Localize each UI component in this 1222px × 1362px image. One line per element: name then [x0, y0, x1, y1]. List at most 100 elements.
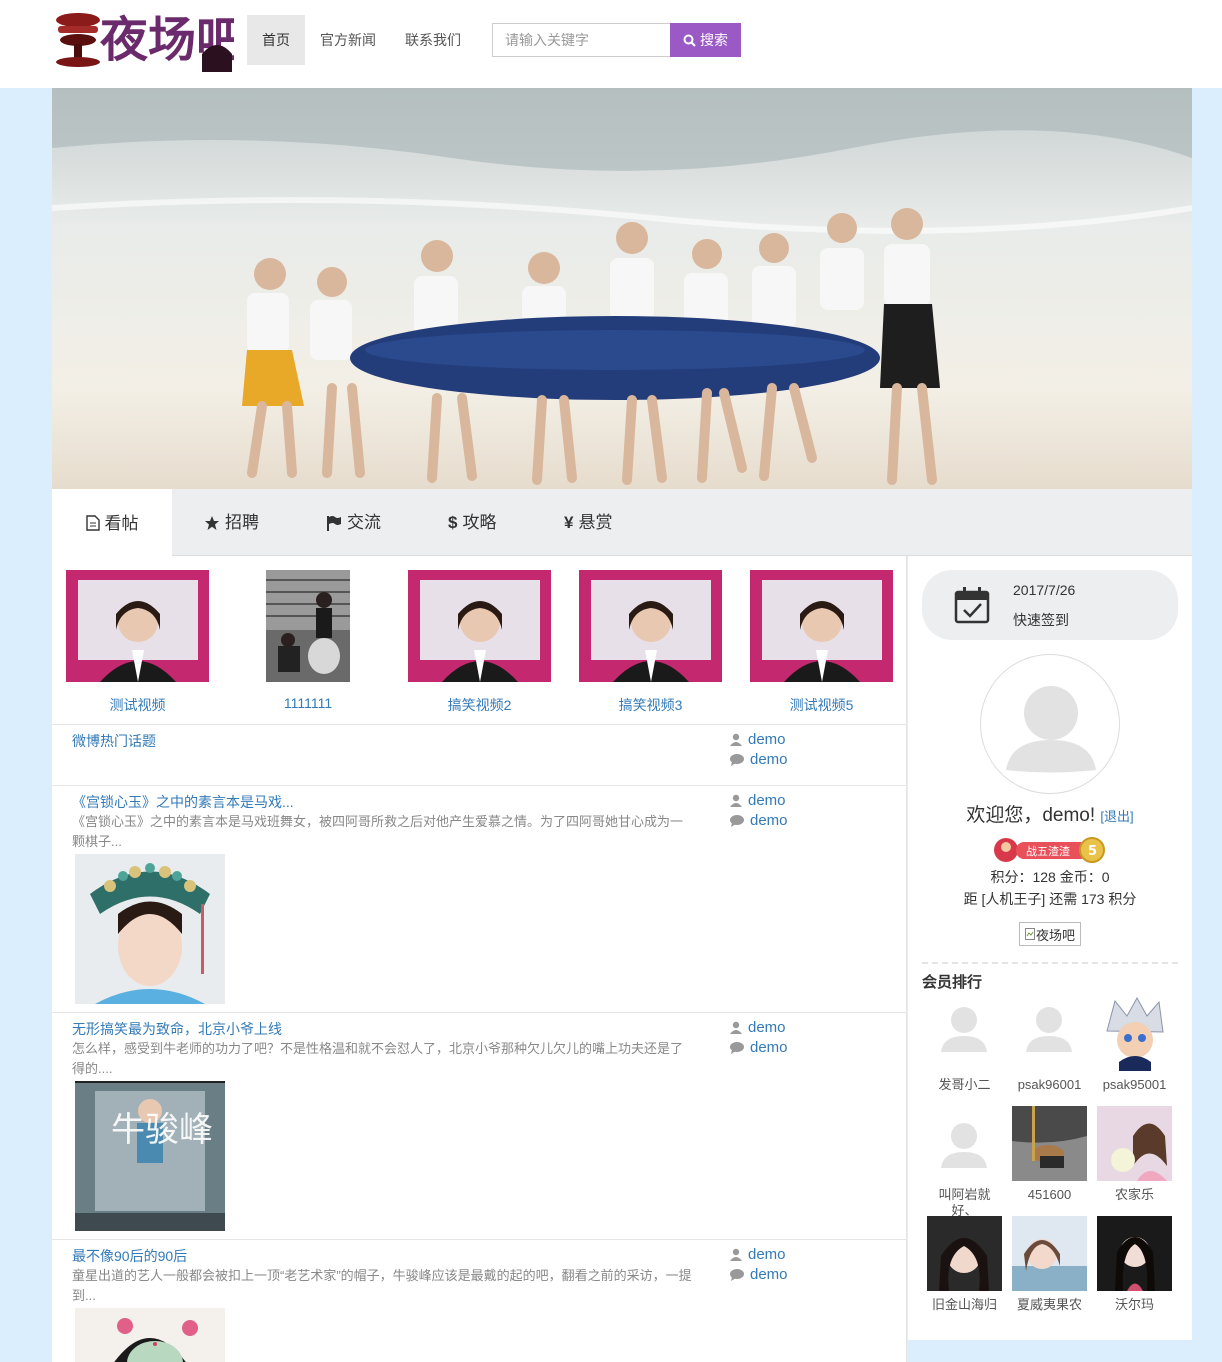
post-image[interactable]: [75, 854, 225, 1004]
member-avatar[interactable]: [1097, 1106, 1172, 1181]
post-title[interactable]: 最不像90后的90后: [72, 1246, 187, 1266]
video-card[interactable]: 搞笑视频3: [579, 570, 722, 715]
member-name[interactable]: 夏威夷果农: [1012, 1297, 1087, 1313]
post-item: 微博热门话题 demo demo: [52, 724, 906, 785]
post-replier[interactable]: demo: [730, 812, 788, 829]
post-author[interactable]: demo: [730, 1246, 786, 1263]
video-card[interactable]: 测试视频: [66, 570, 209, 715]
member-name[interactable]: psak95001: [1097, 1077, 1172, 1093]
author-name[interactable]: demo: [748, 1246, 786, 1263]
member-item[interactable]: 夏威夷果农: [1012, 1216, 1087, 1313]
video-thumbnail[interactable]: [579, 570, 722, 682]
video-card[interactable]: 搞笑视频2: [408, 570, 551, 715]
replier-name[interactable]: demo: [750, 1039, 788, 1056]
tab-recruit[interactable]: 招聘: [204, 489, 259, 556]
video-card[interactable]: 1111111: [266, 570, 350, 711]
document-icon: [85, 515, 100, 531]
video-title[interactable]: 搞笑视频3: [579, 695, 722, 715]
tab-label: 交流: [347, 513, 381, 532]
video-thumbnail[interactable]: [750, 570, 893, 682]
category-tabs: 看帖 招聘 交流 $ 攻略 ¥ 悬赏: [52, 489, 1192, 557]
video-title[interactable]: 搞笑视频2: [408, 695, 551, 715]
member-name[interactable]: 叫阿岩就好、: [927, 1187, 1002, 1219]
member-name[interactable]: 旧金山海归: [927, 1297, 1002, 1313]
replier-name[interactable]: demo: [750, 812, 788, 829]
checkin-box[interactable]: 2017/7/26 快速签到: [922, 570, 1178, 640]
header: 夜场吧 首页 官方新闻 联系我们 搜索: [0, 0, 1222, 88]
post-title[interactable]: 《宫锁心玉》之中的素言本是马戏...: [72, 792, 294, 812]
points-text: 积分：128 金币：0: [990, 869, 1110, 885]
member-name[interactable]: 451600: [1012, 1187, 1087, 1203]
post-author[interactable]: demo: [730, 792, 786, 809]
video-title[interactable]: 1111111: [266, 695, 350, 711]
post-image[interactable]: 牛骏峰: [75, 1081, 225, 1231]
tab-posts[interactable]: 看帖: [52, 489, 172, 557]
post-replier[interactable]: demo: [730, 1266, 788, 1283]
member-name[interactable]: 农家乐: [1097, 1187, 1172, 1203]
member-avatar[interactable]: [927, 1216, 1002, 1291]
video-title[interactable]: 测试视频: [66, 695, 209, 715]
nav-news[interactable]: 官方新闻: [315, 15, 381, 65]
tab-exchange[interactable]: 交流: [326, 489, 381, 556]
member-avatar[interactable]: [1012, 1106, 1087, 1181]
member-item[interactable]: 叫阿岩就好、: [927, 1106, 1002, 1219]
broken-logo-image: 夜场吧: [1019, 922, 1081, 946]
member-avatar[interactable]: [927, 996, 1002, 1071]
comment-icon: [730, 814, 744, 827]
post-author[interactable]: demo: [730, 1019, 786, 1036]
member-name[interactable]: 沃尔玛: [1097, 1297, 1172, 1313]
member-avatar[interactable]: [1097, 996, 1172, 1071]
site-logo[interactable]: 夜场吧: [52, 6, 244, 74]
member-item[interactable]: 旧金山海归: [927, 1216, 1002, 1313]
member-avatar[interactable]: [1012, 996, 1087, 1071]
checkin-button[interactable]: 快速签到: [1013, 610, 1069, 630]
dollar-icon: $: [448, 513, 458, 532]
author-name[interactable]: demo: [748, 731, 786, 748]
video-thumbnail[interactable]: [266, 570, 350, 682]
search-button[interactable]: 搜索: [670, 23, 741, 57]
member-name[interactable]: 发哥小二: [927, 1077, 1002, 1093]
replier-name[interactable]: demo: [750, 751, 788, 768]
search-icon: [683, 34, 696, 47]
replier-name[interactable]: demo: [750, 1266, 788, 1283]
post-excerpt: 怎么样，感受到牛老师的功力了吧？不是性格温和就不会怼人了，北京小爷那种欠儿欠儿的…: [72, 1041, 684, 1076]
post-replier[interactable]: demo: [730, 751, 788, 768]
post-item: 最不像90后的90后 童星出道的艺人一般都会被扣上一顶“老艺术家”的帽子，牛骏峰…: [52, 1239, 906, 1362]
video-thumbnail[interactable]: [66, 570, 209, 682]
member-item[interactable]: 451600: [1012, 1106, 1087, 1203]
member-item[interactable]: psak96001: [1012, 996, 1087, 1093]
logout-link[interactable]: [退出]: [1100, 809, 1133, 824]
nav-contact[interactable]: 联系我们: [400, 15, 466, 65]
video-thumbnail[interactable]: [408, 570, 551, 682]
member-avatar[interactable]: [1012, 1216, 1087, 1291]
video-card[interactable]: 测试视频5: [750, 570, 893, 715]
welcome-message: 欢迎您，demo!: [966, 805, 1096, 826]
member-name[interactable]: psak96001: [1012, 1077, 1087, 1093]
post-title[interactable]: 微博热门话题: [72, 731, 156, 751]
banner-image[interactable]: [52, 88, 1192, 489]
search-input[interactable]: [492, 23, 670, 57]
user-icon: [730, 1021, 742, 1034]
member-item[interactable]: 沃尔玛: [1097, 1216, 1172, 1313]
post-title[interactable]: 无形搞笑最为致命，北京小爷上线: [72, 1019, 282, 1039]
member-item[interactable]: 发哥小二: [927, 996, 1002, 1093]
member-avatar[interactable]: [1097, 1216, 1172, 1291]
member-item[interactable]: 农家乐: [1097, 1106, 1172, 1203]
post-replier[interactable]: demo: [730, 1039, 788, 1056]
image-alt-text: 夜场吧: [1035, 927, 1075, 943]
image-caption: 牛骏峰: [111, 1110, 213, 1150]
member-item[interactable]: psak95001: [1097, 996, 1172, 1093]
search-button-label: 搜索: [700, 32, 728, 48]
user-icon: [730, 794, 742, 807]
author-name[interactable]: demo: [748, 792, 786, 809]
tab-reward[interactable]: ¥ 悬赏: [564, 489, 612, 556]
video-title[interactable]: 测试视频5: [750, 695, 893, 715]
tab-guide[interactable]: $ 攻略: [448, 489, 496, 556]
member-avatar[interactable]: [927, 1106, 1002, 1181]
author-name[interactable]: demo: [748, 1019, 786, 1036]
user-icon: [730, 733, 742, 746]
post-author[interactable]: demo: [730, 731, 786, 748]
user-avatar[interactable]: [980, 654, 1120, 794]
nav-home[interactable]: 首页: [247, 15, 305, 65]
post-image[interactable]: [75, 1308, 225, 1362]
